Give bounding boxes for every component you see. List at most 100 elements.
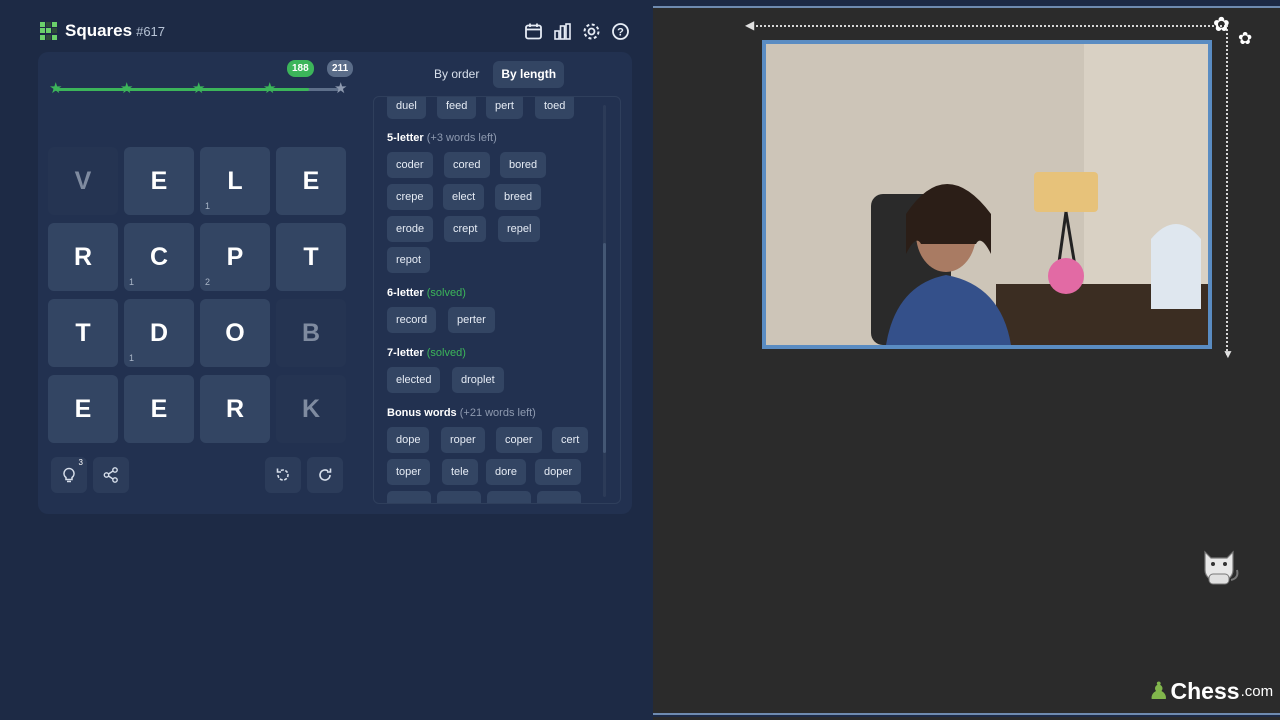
section-label: 6-letter (387, 287, 424, 299)
word-chip: record (387, 307, 437, 333)
milestone-star-icon: ★ (192, 80, 206, 97)
tile-letter: T (75, 318, 91, 347)
score-progress-bar: ★ ★ ★ ★ ★ (49, 80, 348, 97)
help-icon[interactable]: ? (611, 22, 630, 41)
cat-mascot-icon (1197, 542, 1241, 586)
settings-gear-icon[interactable] (582, 22, 601, 41)
scrollbar-thumb[interactable] (603, 243, 606, 453)
tile-letter: E (150, 166, 168, 195)
word-chip: repot (387, 247, 431, 273)
word-chip-partial (387, 491, 431, 503)
brand-suffix: .com (1240, 683, 1274, 700)
tile-letter: E (302, 166, 320, 195)
webcam-frame (762, 40, 1212, 349)
milestone-star-icon: ★ (263, 80, 277, 97)
tile-letter: C (149, 242, 169, 271)
webcam-scene-image (766, 44, 1208, 345)
word-chip: dope (387, 427, 430, 453)
grid-tile[interactable]: C1 (124, 223, 194, 291)
word-chip: dore (486, 459, 527, 485)
squares-game-panel: Squares #617 ? 188 211 ★ ★ ★ ★ ★ V E L 1… (0, 0, 653, 720)
word-chip: crept (444, 216, 487, 242)
word-chip: doper (535, 459, 582, 485)
dotted-frame-right (1226, 25, 1228, 355)
max-score-badge: 211 (327, 60, 354, 77)
word-chip: cored (444, 152, 490, 178)
grid-tile[interactable]: P2 (200, 223, 270, 291)
word-chip: elected (387, 367, 441, 393)
word-chip: breed (495, 184, 542, 210)
word-chip-partial (437, 491, 481, 503)
found-words-list[interactable]: duel feed pert toed 5-letter (+3 words l… (373, 96, 621, 504)
grid-tile[interactable]: T (276, 223, 346, 291)
current-score-badge: 188 (287, 60, 314, 77)
grid-tile[interactable]: E (48, 375, 118, 443)
word-chip: droplet (452, 367, 504, 393)
svg-text:?: ? (617, 26, 624, 38)
word-chip: tele (442, 459, 478, 485)
chess-com-logo: ♟ Chess .com (1148, 677, 1273, 706)
word-chip: feed (437, 97, 477, 119)
grid-tile[interactable]: O (200, 299, 270, 367)
word-chip: duel (387, 97, 426, 119)
word-chip: roper (441, 427, 485, 453)
grid-tile[interactable]: E (124, 375, 194, 443)
word-chip: cert (552, 427, 589, 453)
word-chip: crepe (387, 184, 433, 210)
tile-letter: R (73, 242, 93, 271)
flower-icon: ✿ (1238, 29, 1253, 48)
game-header: Squares #617 ? (40, 18, 630, 44)
section-7-letter: 7-letter (solved) (387, 347, 466, 359)
shuffle-button[interactable] (265, 457, 301, 493)
grid-tile[interactable]: K (276, 375, 346, 443)
section-5-letter: 5-letter (+3 words left) (387, 132, 497, 144)
section-status: (solved) (426, 287, 466, 299)
grid-tile[interactable]: V (48, 147, 118, 215)
grid-tile[interactable]: L1 (200, 147, 270, 215)
word-chip: perter (448, 307, 495, 333)
word-chip: toper (387, 459, 431, 485)
stats-icon[interactable] (553, 22, 572, 41)
dotted-frame-top (752, 25, 1226, 27)
grid-tile[interactable]: R (200, 375, 270, 443)
final-star-icon: ★ (334, 80, 348, 97)
hint-count: 3 (78, 458, 83, 467)
webcam-feed (766, 44, 1208, 345)
rotate-left-icon (276, 468, 289, 481)
rotate-button[interactable] (307, 457, 343, 493)
section-status: (+21 words left) (459, 407, 536, 419)
grid-tile[interactable]: D1 (124, 299, 194, 367)
pawn-icon: ♟ (1148, 678, 1170, 705)
grid-tile[interactable]: E (124, 147, 194, 215)
word-chip-partial (487, 491, 531, 503)
section-status: (+3 words left) (426, 132, 497, 144)
share-icon (103, 467, 118, 483)
bottom-border (653, 713, 1280, 717)
milestone-star-icon: ★ (120, 80, 134, 97)
milestone-star-icon: ★ (49, 80, 63, 97)
grid-tile[interactable]: E (276, 147, 346, 215)
word-chip: repel (498, 216, 541, 242)
flower-icon: ✿ (1213, 14, 1230, 36)
calendar-icon[interactable] (524, 22, 543, 41)
word-chip: pert (486, 97, 523, 119)
tab-by-length[interactable]: By length (493, 61, 565, 88)
share-button[interactable] (93, 457, 129, 493)
tile-letter: V (74, 166, 92, 195)
section-label: 7-letter (387, 347, 424, 359)
tile-hint-count: 2 (205, 277, 211, 287)
section-6-letter: 6-letter (solved) (387, 287, 466, 299)
word-list-scrollbar[interactable] (603, 105, 606, 497)
grid-tile[interactable]: B (276, 299, 346, 367)
hint-button[interactable]: 3 (51, 457, 87, 493)
tile-letter: P (226, 242, 244, 271)
grid-tile[interactable]: T (48, 299, 118, 367)
section-label: 5-letter (387, 132, 424, 144)
tab-by-order[interactable]: By order (426, 61, 487, 88)
brand-name: Chess (1170, 678, 1240, 704)
arrow-left-icon: ◀ (745, 18, 755, 32)
arrow-down-icon: ▼ (1222, 347, 1234, 361)
tile-letter: T (303, 242, 319, 271)
grid-tile[interactable]: R (48, 223, 118, 291)
tile-letter: K (301, 394, 321, 423)
